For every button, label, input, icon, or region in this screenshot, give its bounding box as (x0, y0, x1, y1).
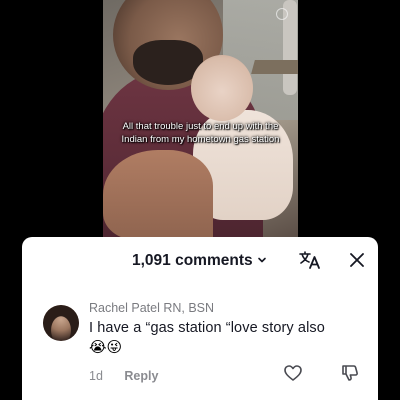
comments-sheet: 1,091 comments Rachel Patel RN, BSN I ha… (22, 237, 378, 400)
comment-meta: 1d Reply (89, 369, 158, 383)
comments-header: 1,091 comments (22, 237, 378, 287)
background-table (251, 60, 298, 74)
translate-icon (299, 250, 321, 275)
dislike-button[interactable] (340, 363, 360, 383)
baby-head (191, 55, 253, 121)
avatar-hair (43, 305, 79, 341)
watermark-icon (276, 8, 288, 20)
avatar[interactable] (43, 305, 79, 341)
translate-button[interactable] (298, 250, 322, 274)
video-player[interactable]: All that trouble just to end up with the… (103, 0, 298, 238)
comments-count-dropdown[interactable]: 1,091 comments (132, 252, 267, 270)
comment-time: 1d (89, 369, 103, 383)
comment-item: Rachel Patel RN, BSN I have a “gas stati… (22, 295, 378, 400)
heart-outline-icon (283, 365, 303, 387)
man-arm (103, 150, 213, 238)
close-button[interactable] (346, 251, 368, 273)
comment-emojis: 😭😜 (89, 339, 123, 356)
like-button[interactable] (283, 363, 303, 383)
comment-username[interactable]: Rachel Patel RN, BSN (89, 301, 214, 315)
close-icon (349, 252, 365, 273)
chevron-down-icon (257, 255, 267, 268)
thumbs-down-icon (340, 365, 360, 387)
comment-text: I have a “gas station “love story also (89, 320, 325, 336)
comments-count-label: 1,091 comments (132, 252, 253, 269)
video-caption: All that trouble just to end up with the… (121, 121, 280, 145)
reply-button[interactable]: Reply (124, 369, 158, 383)
